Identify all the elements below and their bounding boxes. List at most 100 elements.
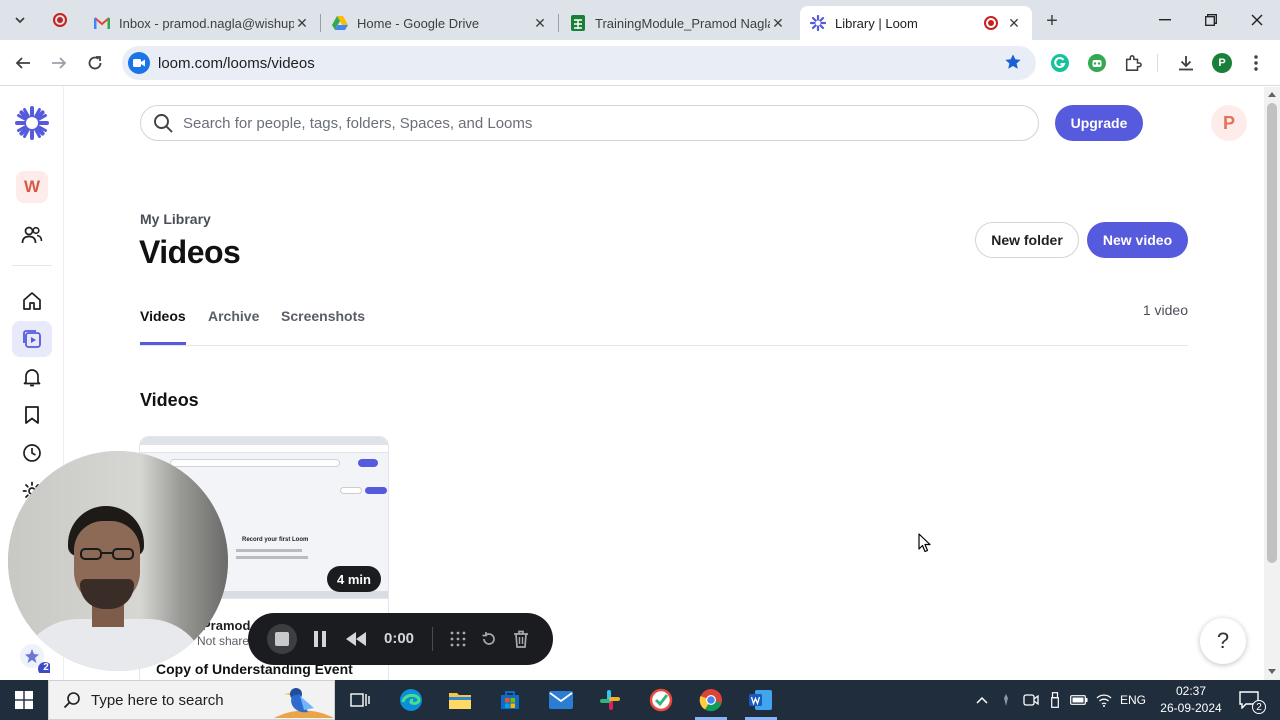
downloads-icon[interactable] [1172,49,1200,77]
sidebar-item-watch-later[interactable] [12,397,52,433]
scroll-up-arrow[interactable] [1268,92,1276,97]
extension-robot-icon[interactable] [1083,49,1111,77]
scroll-down-arrow[interactable] [1268,669,1276,674]
mouse-cursor-icon [918,533,932,558]
browser-menu-button[interactable] [1242,49,1270,77]
tab-archive[interactable]: Archive [208,306,259,345]
sidebar-item-home[interactable] [12,283,52,319]
tab-loom-library[interactable]: Library | Loom ✕ [800,6,1032,40]
scrollbar-thumb[interactable] [1267,103,1277,563]
breadcrumb[interactable]: My Library [140,211,211,227]
google-drive-icon [332,15,348,31]
plus-icon: + [1046,9,1058,32]
reload-button[interactable] [80,48,110,78]
sidebar-item-members[interactable] [12,217,52,253]
sidebar-item-notifications[interactable] [12,359,52,395]
bell-icon [23,369,41,387]
new-video-button[interactable]: New video [1087,222,1188,258]
taskbar-search[interactable] [48,680,335,720]
new-folder-button[interactable]: New folder [975,222,1079,258]
tab-separator [320,14,321,32]
system-clock[interactable]: 02:37 26-09-2024 [1156,683,1226,717]
drawing-tools-button[interactable] [448,627,468,651]
loom-logo[interactable] [12,105,52,141]
bookmark-star-icon[interactable] [1004,53,1022,76]
gmail-icon [94,15,110,31]
tab-screenshots[interactable]: Screenshots [281,306,365,345]
profile-button[interactable]: P [1208,49,1236,77]
taskbar-file-explorer[interactable] [436,680,484,720]
google-sheets-icon [570,15,586,31]
restore-button[interactable] [1188,0,1234,40]
slack-icon [600,690,620,710]
users-icon [21,226,43,244]
extensions-puzzle-icon[interactable] [1119,49,1147,77]
tray-pen-icon[interactable] [998,680,1014,720]
taskbar-search-input[interactable] [91,691,281,709]
address-bar[interactable]: loom.com/looms/videos [122,46,1036,80]
page-scrollbar[interactable] [1264,87,1280,680]
restart-button[interactable] [479,627,499,651]
tab-search-button[interactable] [8,8,32,32]
chevron-down-icon [15,17,25,24]
taskbar-mail[interactable] [537,680,585,720]
grammarly-extension-icon[interactable] [1046,49,1074,77]
close-icon[interactable]: ✕ [1006,15,1022,31]
taskbar-tracker-app[interactable] [637,680,685,720]
close-window-button[interactable] [1234,0,1280,40]
new-tab-button[interactable]: + [1040,9,1064,33]
duration-badge: 4 min [327,566,381,592]
home-icon [23,292,41,310]
minimize-button[interactable] [1142,0,1188,40]
search-icon [154,114,173,133]
forward-button[interactable] [44,48,74,78]
browser-tab-strip: Inbox - pramod.nagla@wishup.co ✕ Home - … [0,0,1280,40]
user-avatar[interactable]: P [1211,105,1247,141]
notification-center-button[interactable]: 2 [1234,680,1266,720]
tray-overflow-button[interactable] [972,680,992,720]
close-icon[interactable]: ✕ [770,15,786,31]
stop-recording-button[interactable] [267,624,297,654]
search-input[interactable] [183,114,983,132]
wifi-icon[interactable] [1094,680,1114,720]
site-info-icon[interactable] [128,52,150,74]
tray-usb-icon[interactable] [1045,680,1065,720]
start-button[interactable] [0,680,48,720]
tab-gmail[interactable]: Inbox - pramod.nagla@wishup.co ✕ [84,6,320,40]
workspace-switcher[interactable]: W [12,169,52,205]
tab-videos[interactable]: Videos [140,306,186,345]
taskbar-slack[interactable] [586,680,634,720]
library-search[interactable] [140,105,1039,141]
close-icon[interactable]: ✕ [294,15,310,31]
tab-label: Inbox - pramod.nagla@wishup.co [119,15,294,31]
language-indicator[interactable]: ENG [1118,680,1148,720]
upgrade-button[interactable]: Upgrade [1055,105,1143,141]
taskbar-edge[interactable] [387,680,435,720]
close-icon[interactable]: ✕ [532,15,548,31]
tray-meet-icon[interactable] [1020,680,1042,720]
taskbar-chrome[interactable] [687,680,735,720]
question-mark-icon: ? [1216,628,1230,653]
tab-google-drive[interactable]: Home - Google Drive ✕ [322,6,558,40]
store-icon [501,691,519,709]
tab-google-sheets[interactable]: TrainingModule_Pramod Nagla ✕ [560,6,796,40]
back-button[interactable] [8,48,38,78]
camera-bubble[interactable] [8,451,228,671]
tab-label: TrainingModule_Pramod Nagla [595,15,770,31]
section-title: Videos [140,390,199,410]
task-view-button[interactable] [336,680,384,720]
pause-button[interactable] [310,627,330,651]
taskbar-microsoft-store[interactable] [486,680,534,720]
help-button[interactable]: ? [1200,618,1246,664]
thumbnail-heading: Record your first Loom [242,537,309,543]
recording-controls: 0:00 [248,613,553,665]
folder-icon [449,693,471,709]
delete-recording-button[interactable] [511,627,531,651]
loom-recorder-badge[interactable]: 2 [10,643,52,676]
library-tabs: Videos Archive Screenshots 1 video [140,302,1188,346]
taskbar-word[interactable] [737,680,785,720]
sidebar-item-library[interactable] [12,321,52,357]
bird-illustration-icon [274,688,334,718]
rewind-button[interactable] [344,627,368,651]
battery-icon[interactable] [1068,680,1090,720]
